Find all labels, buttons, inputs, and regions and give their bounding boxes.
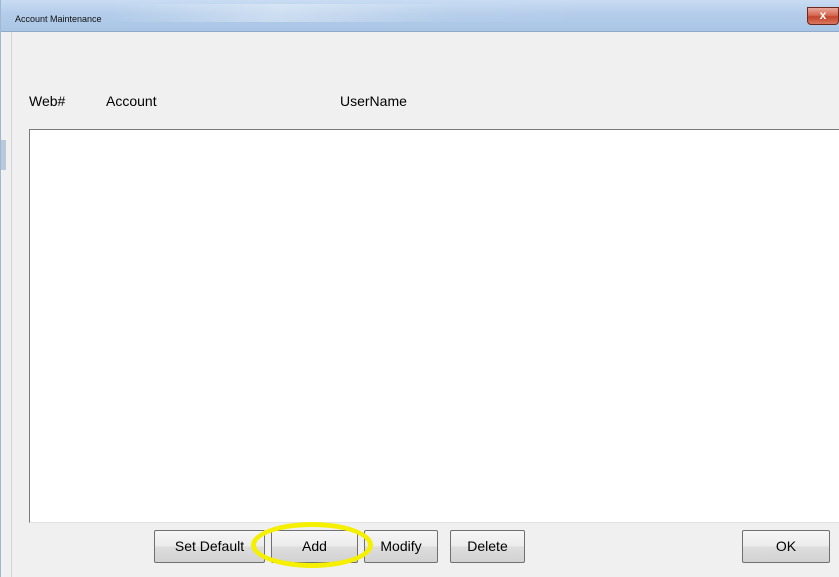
account-maintenance-dialog: Account Maintenance x Web# Account UserN…: [0, 0, 839, 577]
add-button[interactable]: Add: [271, 530, 358, 563]
modify-button[interactable]: Modify: [364, 530, 438, 563]
column-header-account: Account: [106, 93, 157, 109]
close-icon: x: [819, 8, 827, 22]
ok-button[interactable]: OK: [742, 530, 830, 563]
column-header-web-number: Web#: [29, 93, 66, 109]
desktop: Account Maintenance x Web# Account UserN…: [0, 0, 839, 577]
set-default-button[interactable]: Set Default: [154, 530, 265, 563]
title-bar[interactable]: Account Maintenance x: [1, 0, 839, 32]
delete-button[interactable]: Delete: [450, 530, 525, 563]
dialog-client-area: Web# Account UserName Set Default Add Mo…: [11, 32, 839, 577]
window-title: Account Maintenance: [15, 14, 102, 24]
window-edge: [1, 140, 6, 170]
close-button[interactable]: x: [807, 7, 839, 25]
accounts-list[interactable]: [29, 129, 839, 523]
column-header-username: UserName: [340, 93, 407, 109]
